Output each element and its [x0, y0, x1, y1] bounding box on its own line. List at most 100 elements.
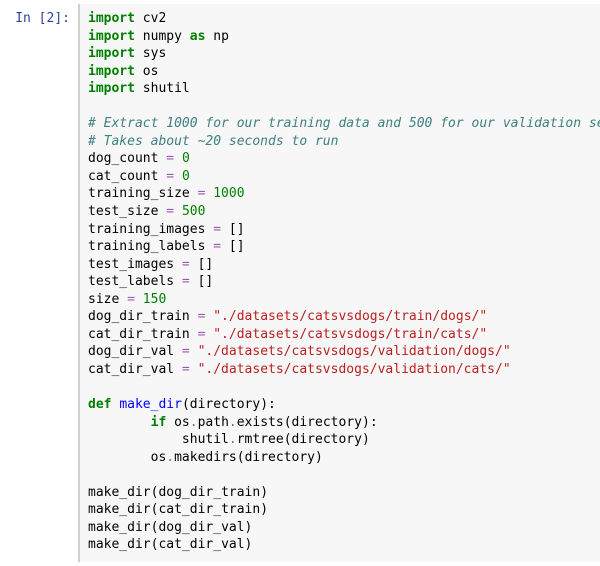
blank-line [88, 466, 592, 484]
id: dog_dir_train [158, 485, 260, 500]
id: make_dir [88, 485, 151, 500]
paren: ) [260, 502, 268, 517]
code-line: test_images = [] [88, 256, 592, 274]
var-name: cat_dir_train [88, 327, 190, 342]
operator-assign: = [174, 274, 197, 289]
colon: : [370, 415, 378, 430]
code-line: import sys [88, 45, 592, 63]
id: directory [245, 450, 315, 465]
dot: . [190, 415, 198, 430]
kw-as: as [190, 29, 206, 44]
paren: ) [260, 485, 268, 500]
kw-if: if [151, 415, 167, 430]
module-name: os [143, 64, 159, 79]
kw-import: import [88, 11, 135, 26]
id: os [151, 450, 167, 465]
string-literal: "./datasets/catsvsdogs/validation/dogs/" [198, 344, 511, 359]
number-literal: 0 [182, 169, 190, 184]
code-input-area[interactable]: import cv2 import numpy as np import sys… [78, 4, 600, 562]
code-line: import cv2 [88, 10, 592, 28]
code-line: # Extract 1000 for our training data and… [88, 115, 592, 133]
operator-assign: = [158, 169, 181, 184]
var-name: test_images [88, 257, 174, 272]
module-name: numpy [143, 29, 182, 44]
blank-line [88, 378, 592, 396]
operator-assign: = [205, 222, 228, 237]
comment: # Takes about ~20 seconds to run [88, 134, 338, 149]
code-line: training_labels = [] [88, 238, 592, 256]
code-line: test_size = 500 [88, 203, 592, 221]
code-line: make_dir(dog_dir_train) [88, 484, 592, 502]
blank-line [88, 98, 592, 116]
code-line: size = 150 [88, 291, 592, 309]
id: shutil [182, 432, 229, 447]
paren: ) [260, 397, 268, 412]
code-line: dog_dir_train = "./datasets/catsvsdogs/t… [88, 308, 592, 326]
empty-list: [] [198, 257, 214, 272]
colon: : [268, 397, 276, 412]
code-line: import shutil [88, 80, 592, 98]
number-literal: 500 [182, 204, 205, 219]
id: make_dir [88, 502, 151, 517]
module-alias: np [213, 29, 229, 44]
id: dog_dir_val [158, 520, 244, 535]
operator-assign: = [119, 292, 142, 307]
module-name: cv2 [143, 11, 166, 26]
param-name: directory [190, 397, 260, 412]
kw-import: import [88, 46, 135, 61]
paren: ) [362, 415, 370, 430]
code-line: dog_count = 0 [88, 150, 592, 168]
operator-assign: = [174, 362, 197, 377]
paren: ) [245, 537, 253, 552]
id: make_dir [88, 537, 151, 552]
operator-assign: = [190, 327, 213, 342]
kw-def: def [88, 397, 111, 412]
kw-import: import [88, 29, 135, 44]
var-name: training_labels [88, 239, 205, 254]
kw-import: import [88, 64, 135, 79]
module-name: shutil [143, 81, 190, 96]
indent [88, 450, 151, 465]
indent [88, 415, 151, 430]
number-literal: 150 [143, 292, 166, 307]
string-literal: "./datasets/catsvsdogs/train/cats/" [213, 327, 487, 342]
code-line: import numpy as np [88, 28, 592, 46]
code-line: import os [88, 63, 592, 81]
var-name: training_size [88, 186, 190, 201]
id: os [174, 415, 190, 430]
paren: ) [362, 432, 370, 447]
id: cat_dir_train [158, 502, 260, 517]
empty-list: [] [229, 222, 245, 237]
operator-assign: = [174, 257, 197, 272]
code-line: os.makedirs(directory) [88, 449, 592, 467]
code-line: cat_count = 0 [88, 168, 592, 186]
var-name: cat_count [88, 169, 158, 184]
dot: . [229, 415, 237, 430]
id: make_dir [88, 520, 151, 535]
code-line: dog_dir_val = "./datasets/catsvsdogs/val… [88, 343, 592, 361]
code-line: make_dir(cat_dir_val) [88, 536, 592, 554]
id: cat_dir_val [158, 537, 244, 552]
code-line: make_dir(cat_dir_train) [88, 501, 592, 519]
var-name: size [88, 292, 119, 307]
code-line: def make_dir(directory): [88, 396, 592, 414]
empty-list: [] [198, 274, 214, 289]
operator-assign: = [158, 204, 181, 219]
paren: ( [182, 397, 190, 412]
id: exists [237, 415, 284, 430]
code-line: cat_dir_val = "./datasets/catsvsdogs/val… [88, 361, 592, 379]
var-name: dog_count [88, 151, 158, 166]
operator-assign: = [174, 344, 197, 359]
notebook-cell: In [2]: import cv2 import numpy as np im… [0, 0, 600, 566]
operator-assign: = [158, 151, 181, 166]
empty-list: [] [229, 239, 245, 254]
id: rmtree [237, 432, 284, 447]
operator-assign: = [205, 239, 228, 254]
var-name: cat_dir_val [88, 362, 174, 377]
string-literal: "./datasets/catsvsdogs/validation/cats/" [198, 362, 511, 377]
code-line: if os.path.exists(directory): [88, 414, 592, 432]
kw-import: import [88, 81, 135, 96]
var-name: training_images [88, 222, 205, 237]
paren: ( [151, 537, 159, 552]
id: directory [292, 432, 362, 447]
